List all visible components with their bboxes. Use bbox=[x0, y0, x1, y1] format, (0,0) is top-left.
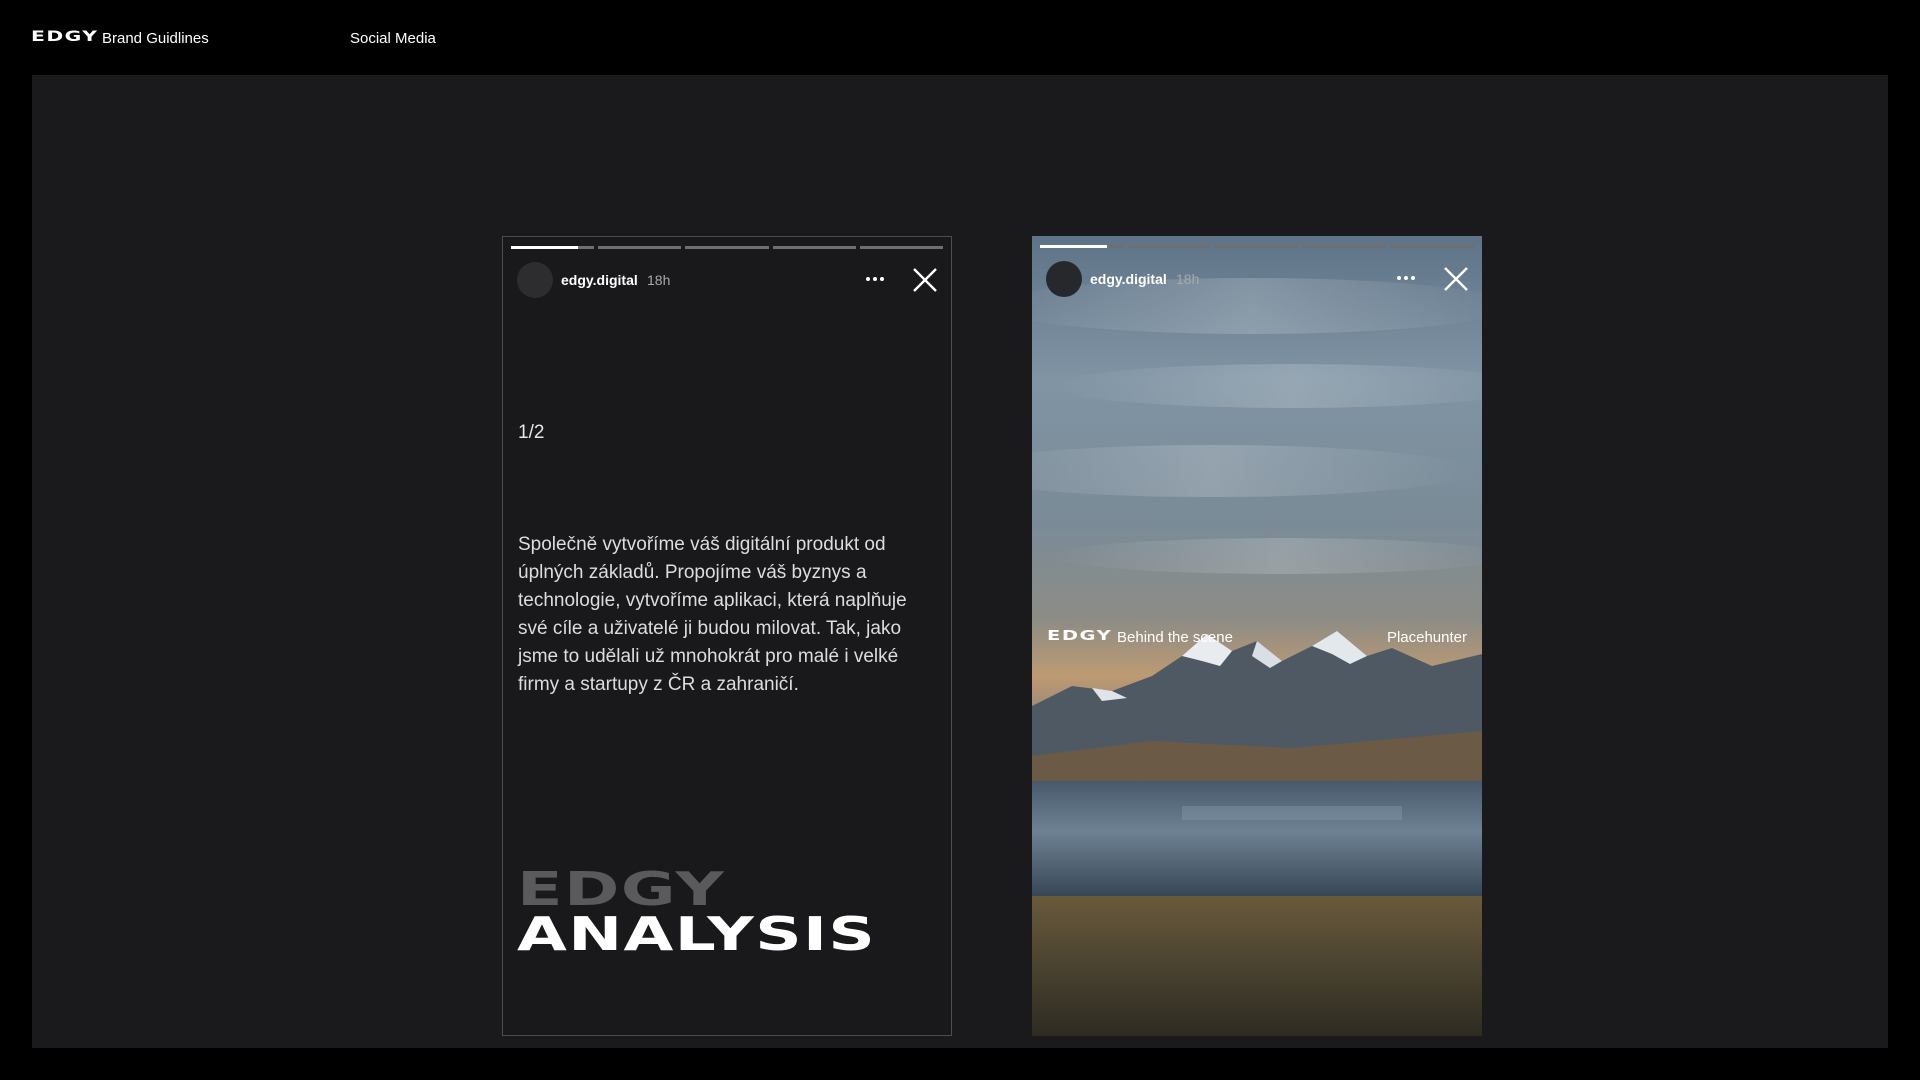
progress-segment bbox=[1215, 245, 1299, 248]
story-progress bbox=[511, 246, 944, 249]
headline-analysis: ANALYSIS bbox=[517, 907, 877, 961]
story-card-text[interactable]: edgy.digital 18h 1/2 Společně vytvoříme … bbox=[502, 236, 952, 1036]
overlay-logo: EDGY bbox=[1047, 629, 1113, 644]
section-title[interactable]: Social Media bbox=[350, 30, 436, 47]
progress-segment bbox=[859, 246, 944, 249]
progress-segment bbox=[1390, 245, 1474, 248]
brand-title[interactable]: Brand Guidlines bbox=[102, 30, 209, 47]
post-age: 18h bbox=[647, 272, 671, 288]
account-handle[interactable]: edgy.digital bbox=[1090, 271, 1167, 287]
progress-fill bbox=[1040, 245, 1107, 248]
progress-segment bbox=[511, 246, 595, 249]
avatar[interactable] bbox=[1046, 261, 1082, 297]
progress-fill bbox=[511, 246, 578, 249]
story-body-text: Společně vytvoříme váš digitální produkt… bbox=[518, 534, 907, 695]
story-card-photo[interactable]: edgy.digital 18h EDGY Behind the scene P… bbox=[1032, 236, 1482, 1036]
progress-segment bbox=[1127, 245, 1212, 248]
progress-segment bbox=[598, 246, 682, 249]
story-header: edgy.digital 18h bbox=[517, 262, 939, 298]
avatar[interactable] bbox=[517, 262, 553, 298]
close-icon[interactable] bbox=[1442, 265, 1470, 293]
slide-counter: 1/2 bbox=[518, 422, 545, 443]
account-handle[interactable]: edgy.digital bbox=[561, 272, 638, 288]
close-icon[interactable] bbox=[911, 266, 939, 294]
progress-segment bbox=[1302, 245, 1387, 248]
more-horizontal-icon[interactable] bbox=[863, 266, 887, 292]
presentation-canvas: edgy.digital 18h 1/2 Společně vytvoříme … bbox=[32, 75, 1888, 1048]
more-horizontal-icon[interactable] bbox=[1394, 265, 1418, 291]
progress-segment bbox=[1040, 245, 1124, 248]
top-bar: EDGY Brand Guidlines Social Media bbox=[0, 0, 1920, 75]
story-progress bbox=[1040, 245, 1474, 248]
progress-segment bbox=[685, 246, 769, 249]
overlay-caption: Behind the scene bbox=[1117, 629, 1233, 646]
post-age: 18h bbox=[1176, 271, 1200, 287]
overlay-location: Placehunter bbox=[1386, 629, 1467, 646]
story-overlay: EDGY Behind the scene Placehunter bbox=[1047, 629, 1467, 649]
story-header: edgy.digital 18h bbox=[1046, 261, 1470, 297]
brand-logo[interactable]: EDGY bbox=[31, 29, 98, 45]
progress-segment bbox=[772, 246, 856, 249]
